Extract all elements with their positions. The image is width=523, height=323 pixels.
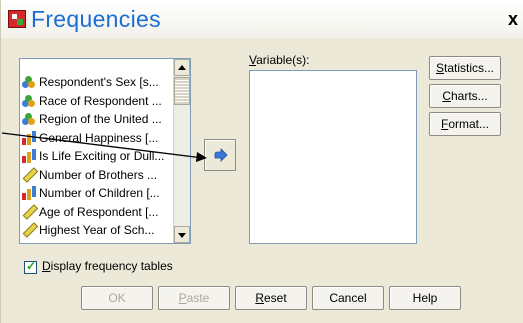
frequencies-dialog: Frequencies x Respondent's Sex [s... Race…: [0, 0, 523, 323]
annotation-arrow: [1, 132, 207, 162]
